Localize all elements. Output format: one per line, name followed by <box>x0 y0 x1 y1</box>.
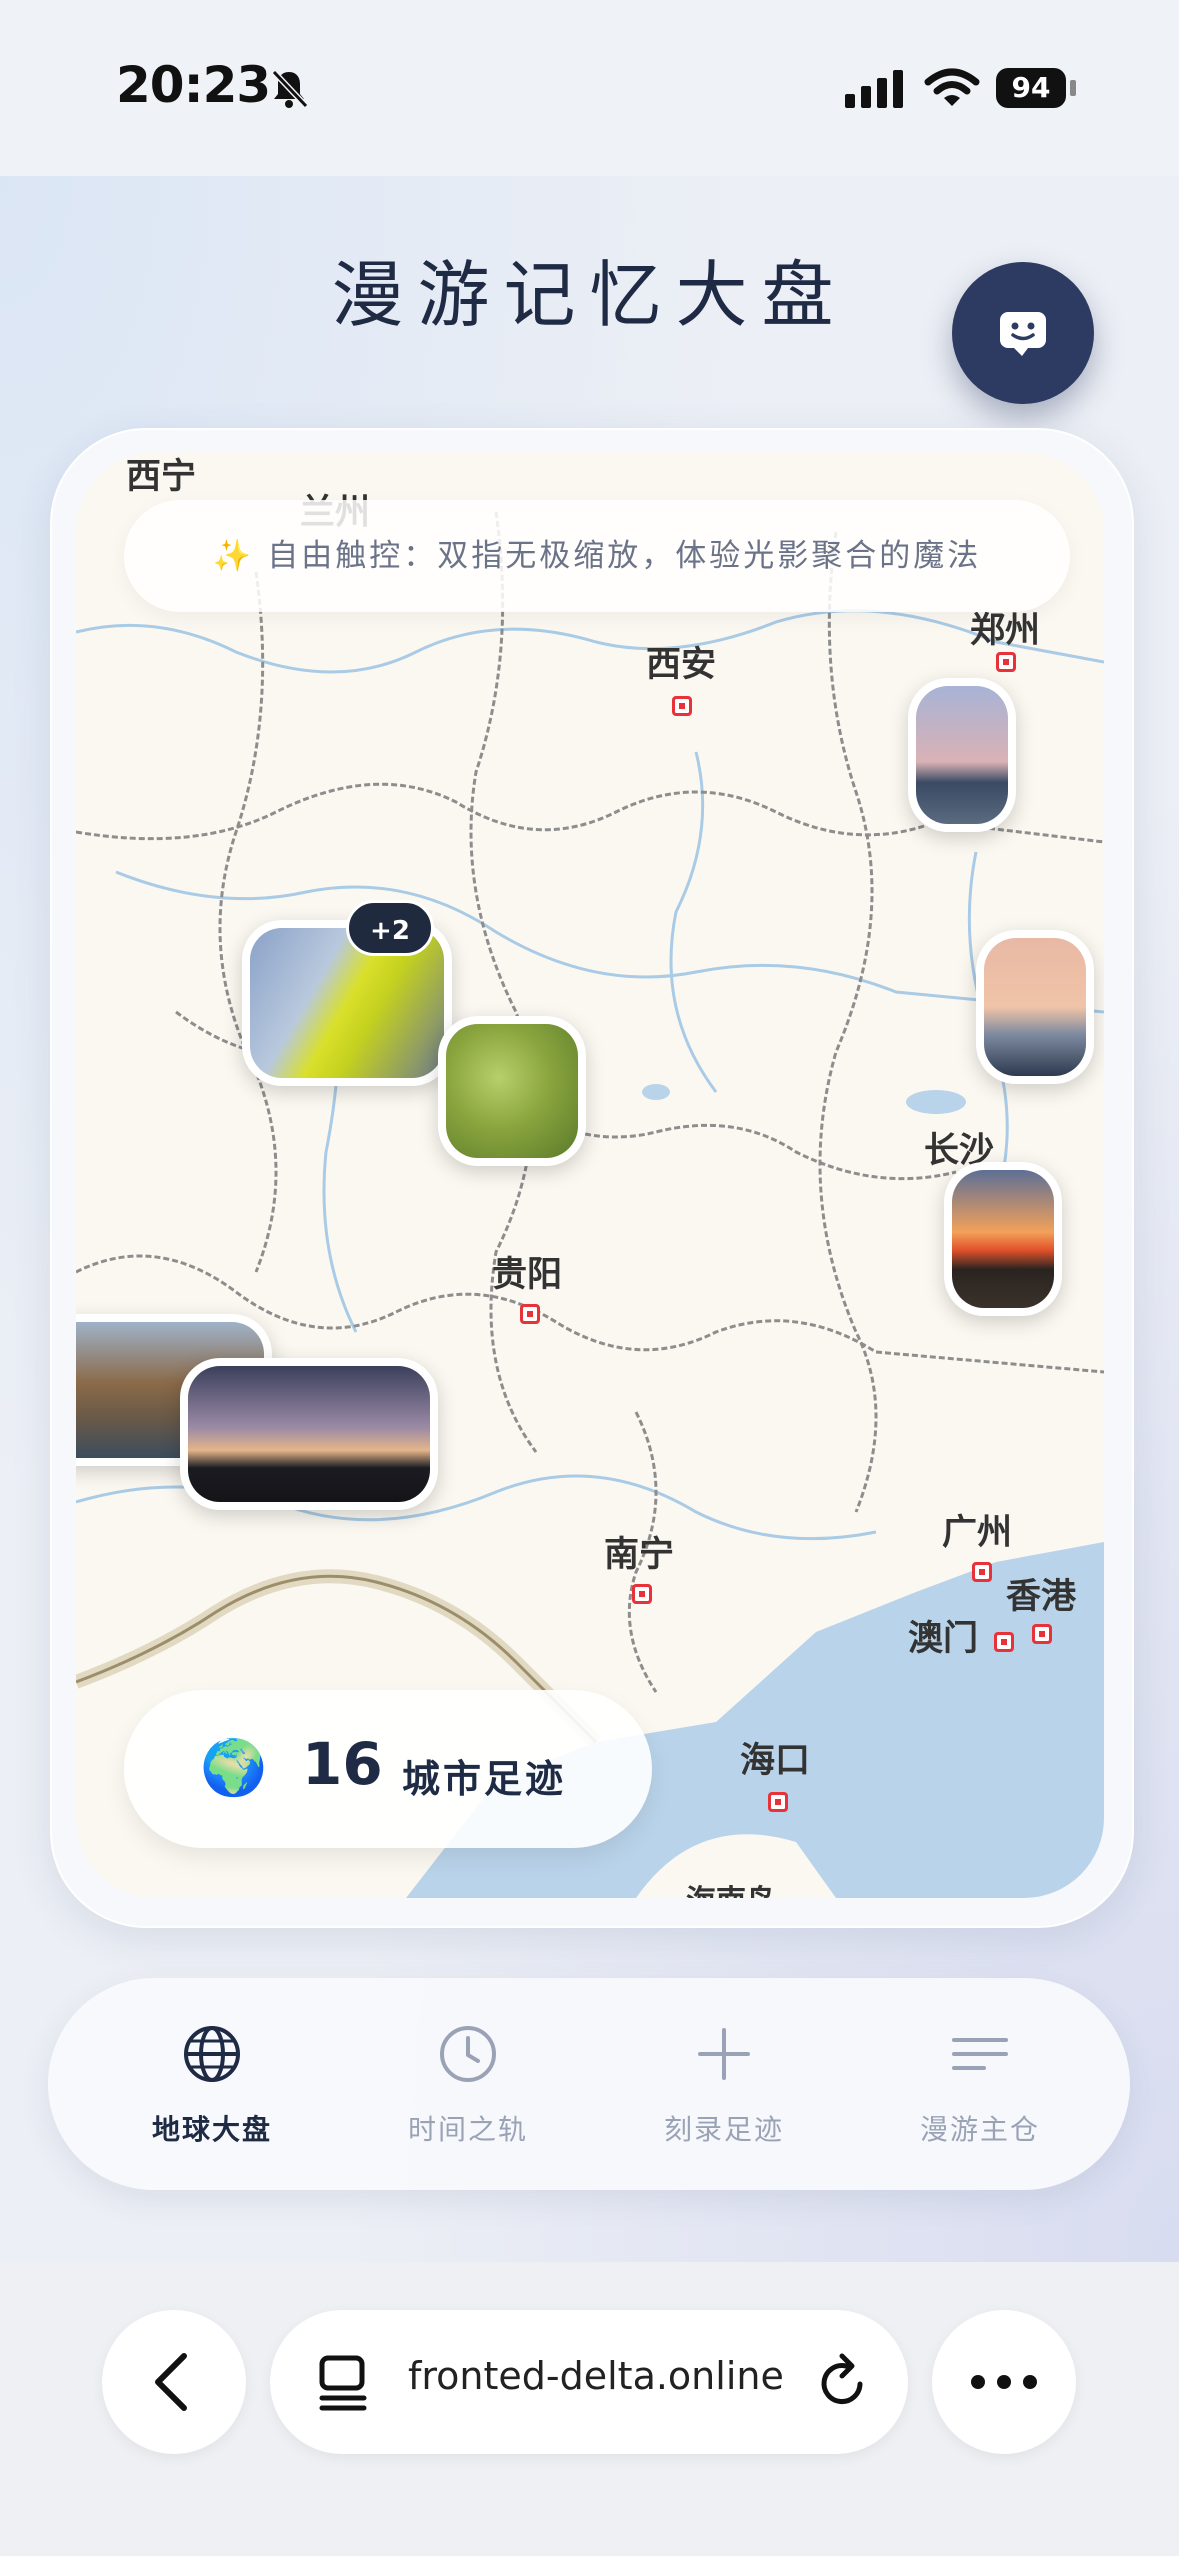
tab-label: 地球大盘 <box>151 2113 272 2146</box>
battery-indicator: 94 <box>996 66 1076 110</box>
photo-thumbnail <box>984 938 1086 1076</box>
reload-icon[interactable] <box>814 2352 874 2412</box>
city-label-haikou: 海口 <box>740 1741 811 1781</box>
city-marker-nanning[interactable] <box>632 1584 652 1604</box>
photo-thumbnail <box>952 1170 1054 1308</box>
city-marker-haikou[interactable] <box>768 1792 788 1812</box>
tab-record[interactable]: 刻录足迹 <box>596 1978 852 2190</box>
more-dots-icon <box>971 2375 1037 2389</box>
city-marker-guiyang[interactable] <box>520 1304 540 1324</box>
city-label-guiyang: 贵阳 <box>492 1255 563 1295</box>
bell-muted-icon <box>271 69 309 109</box>
city-marker-xian[interactable] <box>672 696 692 716</box>
status-time: 20:23 <box>116 56 271 114</box>
city-label-xining: 西宁 <box>126 457 197 497</box>
page-menu-icon <box>319 2355 367 2411</box>
more-button[interactable] <box>932 2310 1076 2454</box>
city-label-macau: 澳门 <box>908 1619 979 1659</box>
city-marker-guangzhou[interactable] <box>972 1562 992 1582</box>
hint-banner: ✨ 自由触控：双指无极缩放，体验光影聚合的魔法 <box>124 500 1070 612</box>
battery-tip <box>1070 80 1076 96</box>
photo-marker-leaves[interactable] <box>438 1016 586 1166</box>
photo-marker-zhengzhou[interactable] <box>908 678 1016 832</box>
photo-marker-east[interactable] <box>976 930 1094 1084</box>
city-label-nanning: 南宁 <box>604 1535 675 1575</box>
status-bar: 20:23 94 <box>0 0 1179 176</box>
cellular-signal-icon <box>845 70 903 108</box>
globe-emoji-icon: 🌍 <box>200 1736 268 1799</box>
city-marker-hongkong[interactable] <box>1032 1624 1052 1644</box>
map-view[interactable]: 西宁 兰州 郑州 西安 长沙 贵阳 南宁 广州 香港 澳门 海口 海南岛 +2 … <box>76 452 1104 1898</box>
city-marker-macau[interactable] <box>994 1632 1014 1652</box>
city-count-label: 城市足迹 <box>402 1757 567 1801</box>
chat-bubble-icon <box>1000 312 1046 356</box>
tab-timeline[interactable]: 时间之轨 <box>340 1978 596 2190</box>
back-button[interactable] <box>102 2310 246 2454</box>
city-label-hongkong: 香港 <box>1006 1577 1077 1617</box>
tab-label: 刻录足迹 <box>663 2113 784 2146</box>
photo-thumbnail <box>188 1366 430 1502</box>
city-count: 16 <box>302 1730 383 1798</box>
chat-button[interactable] <box>952 262 1094 404</box>
plus-icon <box>698 2028 750 2080</box>
tab-label: 漫游主仓 <box>919 2113 1040 2146</box>
city-label-hainan: 海南岛 <box>686 1876 776 1898</box>
city-label-guangzhou: 广州 <box>942 1513 1013 1553</box>
battery-level: 94 <box>996 68 1066 108</box>
address-bar[interactable]: fronted-delta.online <box>270 2310 908 2454</box>
tab-earth[interactable]: 地球大盘 <box>84 1978 340 2190</box>
tab-vault[interactable]: 漫游主仓 <box>852 1978 1108 2190</box>
photo-marker-tree-silhouette[interactable] <box>180 1358 438 1510</box>
photo-marker-changsha[interactable] <box>944 1162 1062 1316</box>
photo-thumbnail <box>916 686 1008 824</box>
bottom-tab-bar: 地球大盘 时间之轨 刻录足迹 漫游主仓 <box>48 1978 1130 2190</box>
clock-icon <box>440 2026 496 2082</box>
city-label-xian: 西安 <box>646 645 717 685</box>
chevron-left-icon <box>155 2353 187 2411</box>
cluster-count-badge: +2 <box>346 900 434 956</box>
url-text: fronted-delta.online <box>408 2354 784 2398</box>
tab-label: 时间之轨 <box>407 2113 528 2146</box>
city-footprint-counter[interactable]: 🌍 16 城市足迹 <box>124 1690 652 1848</box>
hint-text: ✨ 自由触控：双指无极缩放，体验光影聚合的魔法 <box>212 538 982 574</box>
globe-icon <box>184 2026 240 2082</box>
browser-toolbar: fronted-delta.online <box>0 2262 1179 2556</box>
photo-thumbnail <box>446 1024 578 1158</box>
wifi-icon <box>924 68 980 106</box>
menu-icon <box>952 2038 1008 2070</box>
city-marker-zhengzhou[interactable] <box>996 652 1016 672</box>
map-tiles <box>76 511 1104 1898</box>
